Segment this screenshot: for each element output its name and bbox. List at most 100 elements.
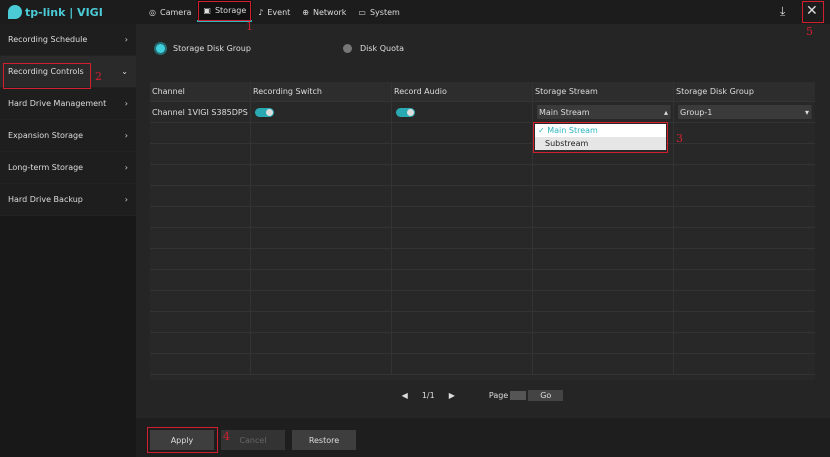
annotation-5: 5 <box>806 25 813 38</box>
table-row-empty <box>150 207 815 228</box>
table-cell <box>251 270 392 290</box>
annotation-box-apply <box>147 427 218 453</box>
header-storage-disk-group: Storage Disk Group <box>676 87 754 96</box>
table-cell <box>150 144 251 164</box>
sidebar-item-hard-drive-management[interactable]: Hard Drive Management › <box>0 88 136 120</box>
table-cell <box>674 270 815 290</box>
annotation-4: 4 <box>223 430 230 443</box>
channel-table: Channel Recording Switch Record Audio St… <box>150 82 815 380</box>
radio-disk-quota[interactable]: Disk Quota <box>343 44 404 53</box>
table-cell <box>392 249 533 269</box>
table-cell <box>392 144 533 164</box>
chevron-down-icon: ⌄ <box>121 67 128 76</box>
table-cell <box>392 228 533 248</box>
chevron-right-icon: › <box>124 131 128 140</box>
go-button[interactable]: Go <box>528 389 564 401</box>
pagination: ◀ 1/1 ▶ Page Go <box>150 380 815 410</box>
table-cell <box>150 228 251 248</box>
annotation-box-close <box>802 1 824 23</box>
globe-icon: ⊕ <box>302 7 309 17</box>
table-row-empty <box>150 270 815 291</box>
table-row-empty <box>150 186 815 207</box>
table-cell <box>150 186 251 206</box>
table-cell <box>674 207 815 227</box>
table-cell <box>674 228 815 248</box>
nav-camera[interactable]: ◎ Camera <box>143 0 197 24</box>
prev-page-icon[interactable]: ◀ <box>402 391 408 400</box>
table-cell <box>392 186 533 206</box>
table-cell <box>251 207 392 227</box>
table-row-empty <box>150 165 815 186</box>
table-cell <box>674 165 815 185</box>
radio-on-icon <box>156 44 165 53</box>
sidebar-item-hard-drive-backup[interactable]: Hard Drive Backup › <box>0 184 136 216</box>
table-row-empty <box>150 354 815 375</box>
table-cell <box>674 123 815 143</box>
table-cell <box>392 270 533 290</box>
header-record-audio: Record Audio <box>392 82 533 101</box>
table-cell <box>392 333 533 353</box>
annotation-box-stream-menu <box>533 122 668 153</box>
table-cell <box>533 249 674 269</box>
sidebar-item-long-term-storage[interactable]: Long-term Storage › <box>0 152 136 184</box>
table-row-empty <box>150 291 815 312</box>
table-cell <box>150 291 251 311</box>
monitor-icon: ▭ <box>358 7 366 17</box>
chevron-right-icon: › <box>124 99 128 108</box>
table-cell <box>674 144 815 164</box>
caret-up-icon: ▴ <box>663 107 668 117</box>
table-cell <box>392 123 533 143</box>
storage-disk-group-select[interactable]: Group-1 ▾ <box>678 105 812 119</box>
tp-link-logo-icon <box>8 5 22 19</box>
page-indicator: 1/1 <box>421 390 435 400</box>
table-row-empty <box>150 144 815 165</box>
nav-event[interactable]: ♪ Event <box>252 0 296 24</box>
table-cell <box>251 228 392 248</box>
table-cell <box>150 165 251 185</box>
table-row-empty <box>150 228 815 249</box>
recording-switch-toggle[interactable] <box>255 107 274 117</box>
table-cell <box>392 165 533 185</box>
next-page-icon[interactable]: ▶ <box>449 391 455 400</box>
sidebar-item-recording-schedule[interactable]: Recording Schedule › <box>0 24 136 56</box>
annotation-1: 1 <box>246 20 253 33</box>
table-cell <box>392 291 533 311</box>
sidebar-item-expansion-storage[interactable]: Expansion Storage › <box>0 120 136 152</box>
cancel-button[interactable]: Cancel <box>221 430 285 450</box>
top-bar: tp-link | VIGI ◎ Camera ▣ Storage ♪ Event ⊕… <box>0 0 830 24</box>
restore-button[interactable]: Restore <box>292 430 356 450</box>
table-cell <box>674 354 815 374</box>
bell-icon: ♪ <box>258 7 264 17</box>
table-cell <box>533 207 674 227</box>
radio-off-icon <box>343 44 352 53</box>
storage-stream-select[interactable]: Main Stream ▴ <box>537 105 671 119</box>
chevron-right-icon: › <box>124 163 128 172</box>
table-cell <box>533 228 674 248</box>
table-cell <box>533 291 674 311</box>
page-input[interactable] <box>510 390 527 400</box>
table-cell <box>150 207 251 227</box>
table-cell <box>674 333 815 353</box>
table-cell <box>251 144 392 164</box>
page-label: Page <box>488 390 509 400</box>
nav-network[interactable]: ⊕ Network <box>296 0 352 24</box>
table-cell <box>533 312 674 332</box>
table-cell <box>674 291 815 311</box>
table-cell <box>392 312 533 332</box>
camera-icon: ◎ <box>149 7 156 17</box>
table-cell <box>150 270 251 290</box>
nav-system[interactable]: ▭ System <box>352 0 405 24</box>
record-audio-toggle[interactable] <box>396 107 415 117</box>
table-cell <box>533 165 674 185</box>
table-cell <box>150 249 251 269</box>
nav-storage[interactable]: ▣ Storage <box>197 0 253 22</box>
table-row-empty <box>150 123 815 144</box>
table-cell <box>251 354 392 374</box>
table-cell <box>251 333 392 353</box>
radio-storage-disk-group[interactable]: Storage Disk Group <box>156 44 251 53</box>
header-storage-stream: Storage Stream <box>533 82 674 101</box>
table-cell <box>251 123 392 143</box>
download-icon[interactable]: ⤓ <box>780 4 785 19</box>
table-cell <box>533 333 674 353</box>
table-cell <box>251 249 392 269</box>
